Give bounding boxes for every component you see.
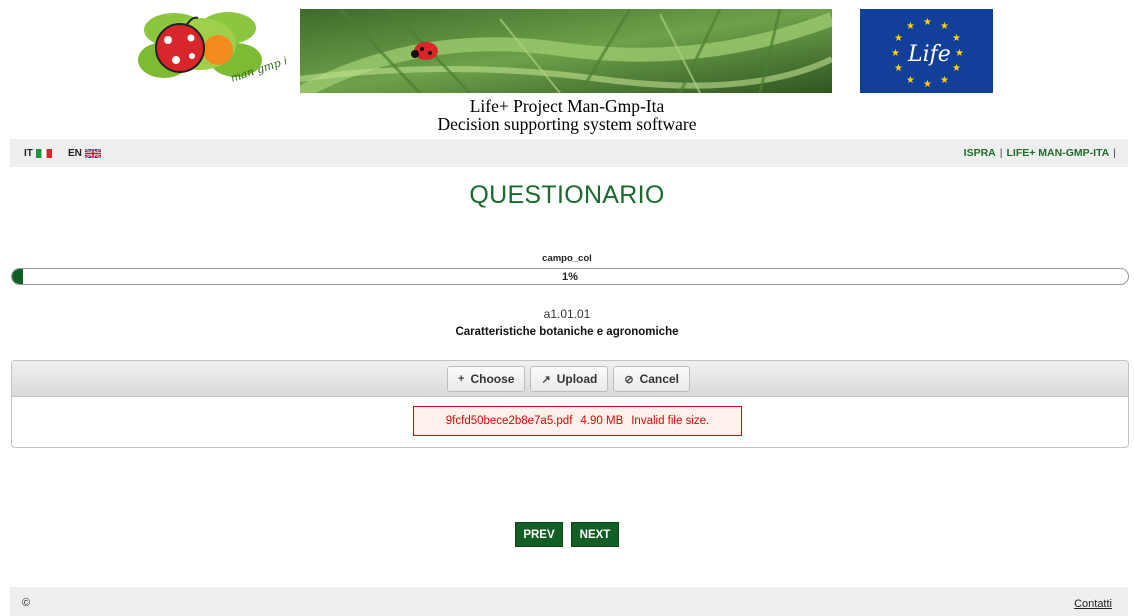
svg-text:★: ★ xyxy=(894,33,903,44)
plus-icon: + xyxy=(458,373,465,385)
prev-button[interactable]: PREV xyxy=(515,522,563,547)
project-title: Life+ Project Man-Gmp-Ita xyxy=(469,96,665,116)
progress-bar: 1% xyxy=(11,268,1129,285)
error-filename: 9fcfd50bece2b8e7a5.pdf xyxy=(445,415,573,427)
language-en-label: EN xyxy=(68,148,82,159)
language-it-label: IT xyxy=(24,148,33,159)
ladybug-banner-image xyxy=(300,9,832,93)
choose-button[interactable]: + Choose xyxy=(447,366,526,392)
language-it-link[interactable]: IT xyxy=(24,148,52,159)
separator: | xyxy=(999,147,1003,159)
next-button[interactable]: NEXT xyxy=(571,522,619,547)
project-subtitle: Decision supporting system software xyxy=(437,114,697,134)
svg-text:★: ★ xyxy=(955,48,964,59)
copyright-symbol: © xyxy=(22,597,31,609)
svg-text:★: ★ xyxy=(923,17,932,28)
svg-text:★: ★ xyxy=(906,21,915,32)
life-man-gmp-ita-link[interactable]: LIFE+ MAN-GMP-ITA xyxy=(1007,147,1110,159)
cancel-label: Cancel xyxy=(639,372,679,386)
cancel-button[interactable]: ⊘ Cancel xyxy=(613,366,690,392)
svg-text:★: ★ xyxy=(952,33,961,44)
cancel-icon: ⊘ xyxy=(624,373,634,386)
svg-text:★: ★ xyxy=(952,63,961,74)
upload-label: Upload xyxy=(556,372,598,386)
svg-text:Life: Life xyxy=(907,42,951,67)
svg-text:★: ★ xyxy=(894,63,903,74)
language-bar: IT EN ISPRA | LIFE+ MAN-GMP-ITA | xyxy=(10,139,1128,167)
page-title: QUESTIONARIO xyxy=(469,181,665,209)
man-gmp-ita-logo: man gmp ita xyxy=(136,8,300,90)
progress-title: campo_col xyxy=(542,253,592,264)
footer: © Contatti xyxy=(10,587,1128,616)
italy-flag-icon xyxy=(35,149,52,158)
top-links: ISPRA | LIFE+ MAN-GMP-ITA | xyxy=(964,147,1120,159)
contact-link[interactable]: Contatti xyxy=(1074,598,1112,610)
svg-text:★: ★ xyxy=(940,21,949,32)
upload-button[interactable]: ↗ Upload xyxy=(530,366,609,392)
upload-arrow-icon: ↗ xyxy=(541,373,551,386)
section-title: Caratteristiche botaniche e agronomiche xyxy=(455,326,679,338)
file-upload-panel: + Choose ↗ Upload ⊘ Cancel 9fcfd50bece2b… xyxy=(11,360,1129,448)
file-upload-toolbar: + Choose ↗ Upload ⊘ Cancel xyxy=(12,361,1128,397)
uk-flag-icon xyxy=(84,148,102,159)
choose-label: Choose xyxy=(470,372,515,386)
svg-text:★: ★ xyxy=(891,48,900,59)
separator: | xyxy=(1113,147,1116,159)
ispra-link[interactable]: ISPRA xyxy=(964,147,996,159)
svg-text:★: ★ xyxy=(923,79,932,90)
eu-life-logo: ★ ★ ★ ★ ★ ★ ★ ★ ★ ★ ★ ★ Life xyxy=(860,9,993,93)
upload-error-message: 9fcfd50bece2b8e7a5.pdf 4.90 MB Invalid f… xyxy=(413,406,742,436)
error-text: Invalid file size. xyxy=(631,415,710,427)
svg-text:★: ★ xyxy=(940,75,949,86)
progress-label: 1% xyxy=(562,271,578,283)
error-filesize: 4.90 MB xyxy=(580,415,624,427)
svg-text:★: ★ xyxy=(906,75,915,86)
language-en-link[interactable]: EN xyxy=(68,148,102,159)
section-code: a1.01.01 xyxy=(543,307,591,321)
